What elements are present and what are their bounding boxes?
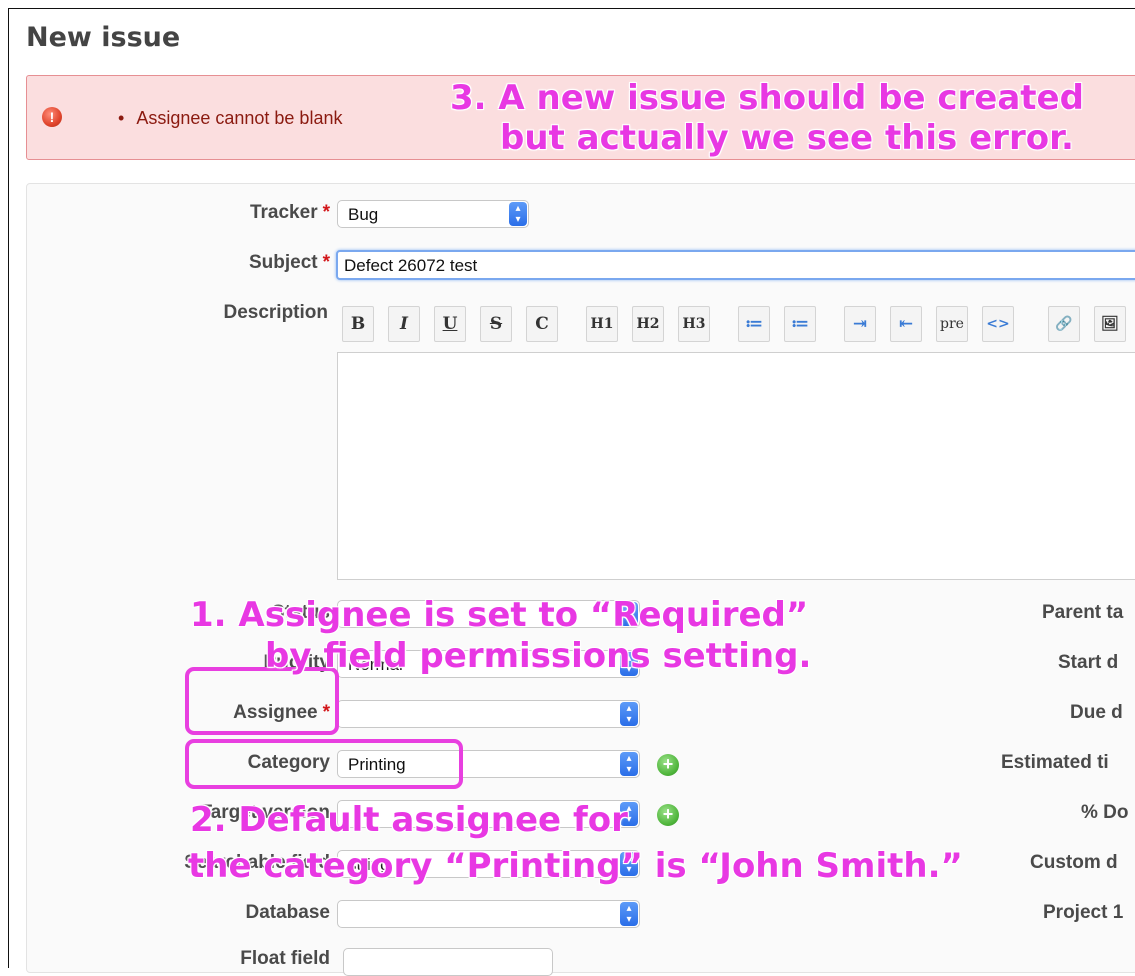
custom-date-label: Custom d [1030,852,1118,873]
code-button[interactable]: C [526,306,558,342]
indent-icon[interactable]: ⇥ [844,306,876,342]
project-label: Project 1 [1043,902,1124,923]
description-textarea[interactable] [337,352,1135,580]
chevron-updown-icon: ▴ ▾ [620,902,638,926]
subject-input[interactable]: Defect 26072 test [336,250,1135,280]
page-title: New issue [26,22,181,53]
parent-task-label: Parent ta [1042,602,1124,623]
start-date-label: Start d [1058,652,1119,673]
heading2-button[interactable]: H2 [632,306,664,342]
italic-button[interactable]: I [388,306,420,342]
annotation-2-line1: 2. Default assignee for [190,800,628,840]
description-label: Description [223,302,328,323]
float-field-label: Float field [240,948,330,969]
chevron-updown-icon: ▴ ▾ [620,752,638,776]
heading1-button[interactable]: H1 [586,306,618,342]
annotation-1-line1: 1. Assignee is set to “Required” [190,595,809,635]
pre-button[interactable]: pre [936,306,968,342]
error-icon: ! [42,107,62,127]
annotation-3-line2: but actually we see this error. [500,118,1074,158]
outdent-icon[interactable]: ⇤ [890,306,922,342]
strike-button[interactable]: S [480,306,512,342]
assignee-highlight-box [185,667,339,735]
chevron-updown-icon: ▴ ▾ [509,202,527,226]
done-ratio-label: % Do [1081,802,1129,823]
underline-button[interactable]: U [434,306,466,342]
bold-button[interactable]: B [342,306,374,342]
tracker-select[interactable]: Bug ▴ ▾ [337,200,529,228]
subject-label: Subject * [248,252,330,273]
image-icon[interactable]: 🖼 [1094,306,1126,342]
annotation-2-line2: the category “Printing” is “John Smith.” [188,846,963,886]
add-version-icon[interactable]: + [657,804,679,826]
float-field-input[interactable] [343,948,553,976]
category-highlight-box [185,739,463,789]
estimated-time-label: Estimated ti [1001,752,1109,773]
inline-code-icon[interactable]: <> [982,306,1014,342]
unordered-list-icon[interactable]: ≔ [738,306,770,342]
annotation-3-line1: 3. A new issue should be created [450,78,1084,118]
ordered-list-icon[interactable]: ≔ [784,306,816,342]
database-label: Database [245,902,331,923]
add-category-icon[interactable]: + [657,754,679,776]
tracker-label: Tracker * [249,202,330,223]
heading3-button[interactable]: H3 [678,306,710,342]
link-icon[interactable]: 🔗 [1048,306,1080,342]
chevron-updown-icon: ▴ ▾ [620,702,638,726]
assignee-select[interactable]: ▴ ▾ [337,700,640,728]
database-select[interactable]: ▴ ▾ [337,900,640,928]
error-message: Assignee cannot be blank [118,108,342,129]
due-date-label: Due d [1070,702,1123,723]
annotation-1-line2: by field permissions setting. [265,636,812,676]
